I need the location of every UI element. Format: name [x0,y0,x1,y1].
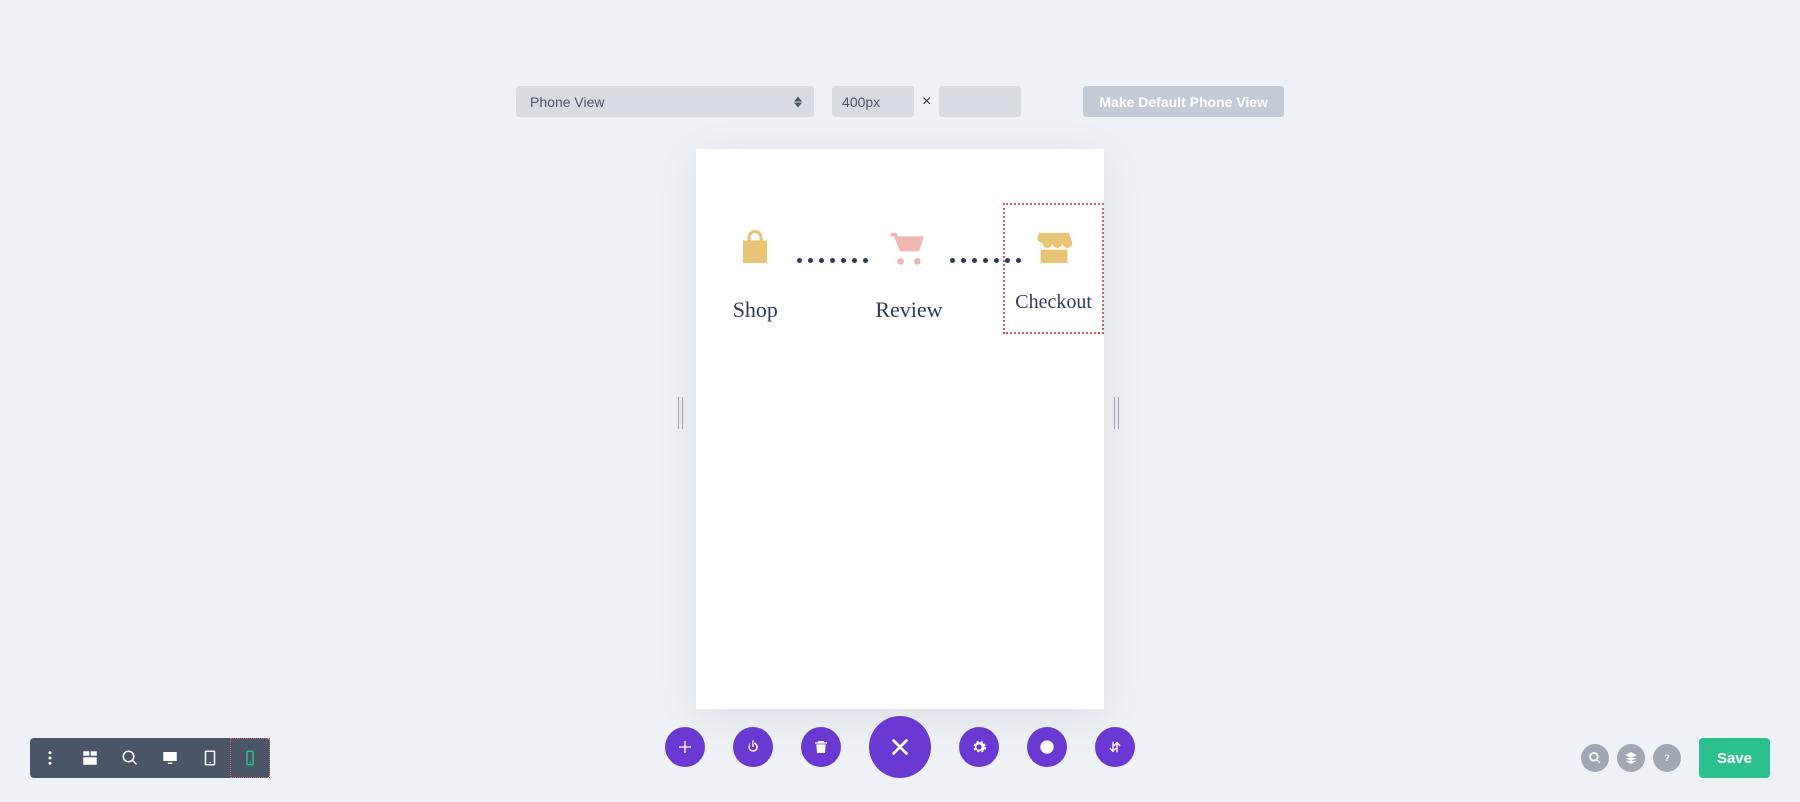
desktop-icon [161,749,179,767]
more-vertical-icon [41,749,59,767]
height-input[interactable] [939,86,1021,117]
layers-icon [1624,751,1638,765]
width-input[interactable] [832,86,914,117]
dimension-inputs: × [832,86,1021,117]
view-selector-value: Phone View [530,94,604,110]
view-selector[interactable]: Phone View [516,86,814,117]
wireframe-icon [81,749,99,767]
store-icon [1029,223,1079,273]
settings-button[interactable] [959,727,999,767]
magnify-icon [1588,751,1602,765]
step-checkout[interactable]: Checkout [1003,203,1104,334]
delete-button[interactable] [801,727,841,767]
power-icon [745,739,761,755]
trash-icon [813,739,829,755]
sort-button[interactable] [1095,727,1135,767]
sort-arrows-icon [794,96,802,108]
clock-icon [1039,739,1055,755]
more-button[interactable] [30,738,70,778]
search-button[interactable] [1581,744,1609,772]
gear-icon [971,739,987,755]
svg-text:?: ? [1664,753,1670,763]
history-button[interactable] [1027,727,1067,767]
save-button[interactable]: Save [1699,738,1770,778]
step-label: Checkout [1015,291,1092,314]
step-label: Review [875,297,942,323]
make-default-button[interactable]: Make Default Phone View [1083,86,1284,117]
view-toolbar [30,738,270,778]
phone-icon [241,749,259,767]
multiply-icon: × [922,93,931,111]
phone-view-button[interactable] [230,738,270,778]
viewport-controls: Phone View × Make Default Phone View [0,86,1800,117]
shopping-bag-icon [730,223,780,273]
power-button[interactable] [733,727,773,767]
shopping-cart-icon [884,223,934,273]
magnify-icon [121,749,139,767]
desktop-view-button[interactable] [150,738,190,778]
layers-button[interactable] [1617,744,1645,772]
tablet-view-button[interactable] [190,738,230,778]
zoom-button[interactable] [110,738,150,778]
resize-handle-right[interactable] [1114,397,1122,429]
sort-icon [1107,739,1123,755]
step-label: Shop [733,297,778,323]
help-button[interactable]: ? [1653,744,1681,772]
utility-bar: ? Save [1581,738,1770,778]
action-bar [665,716,1135,778]
tablet-icon [201,749,219,767]
checkout-steps: Shop Review Checkout [696,223,1104,334]
plus-icon [677,739,693,755]
phone-preview-canvas: Shop Review Checkout [696,149,1104,709]
resize-handle-left[interactable] [678,397,686,429]
help-icon: ? [1660,751,1674,765]
add-button[interactable] [665,727,705,767]
close-icon [889,736,911,758]
close-button[interactable] [869,716,931,778]
wireframe-button[interactable] [70,738,110,778]
